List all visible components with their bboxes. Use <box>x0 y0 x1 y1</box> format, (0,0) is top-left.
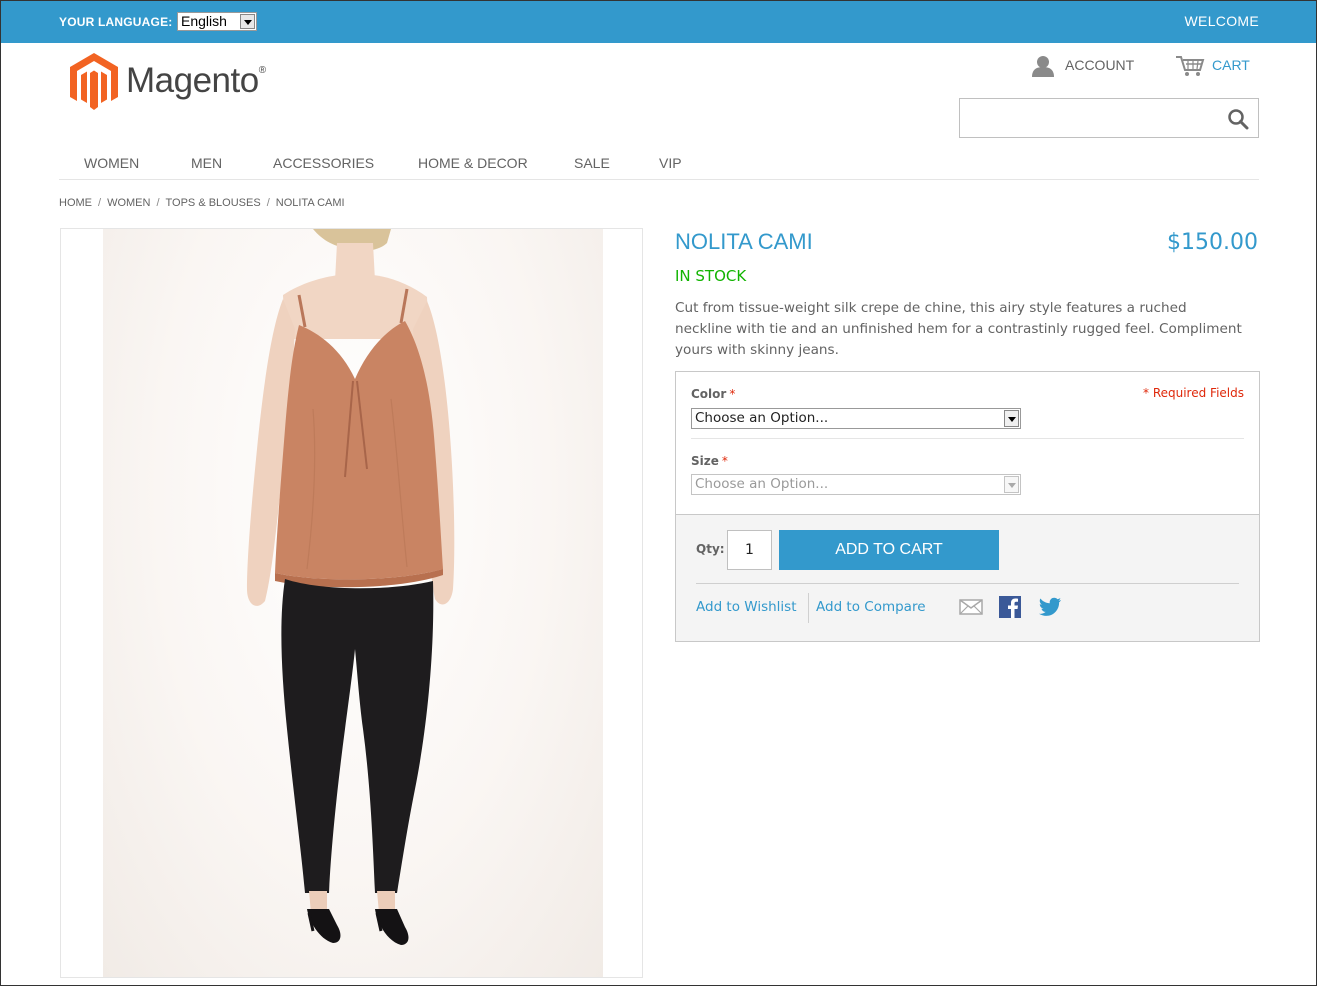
breadcrumb-separator: / <box>266 197 270 209</box>
size-select-value: Choose an Option... <box>695 476 829 492</box>
color-label: Color * <box>691 387 735 401</box>
product-photo <box>247 229 455 945</box>
welcome-message: WELCOME <box>1184 13 1259 29</box>
product-options: * Required Fields Color * Choose an Optio… <box>675 371 1260 515</box>
language-select-value: English <box>181 13 227 29</box>
required-fields-note: * Required Fields <box>1143 386 1244 400</box>
email-icon[interactable] <box>959 595 983 619</box>
color-label-text: Color <box>691 387 727 401</box>
product-title: NOLITA CAMI <box>675 229 813 254</box>
product-description: Cut from tissue-weight silk crepe de chi… <box>675 300 1242 358</box>
cart-icon <box>1176 56 1205 76</box>
breadcrumb-women[interactable]: WOMEN <box>107 197 150 209</box>
product-image[interactable] <box>60 228 643 978</box>
required-marker: * <box>721 454 728 468</box>
magento-logo-icon <box>70 53 118 110</box>
breadcrumb-separator: / <box>98 197 102 209</box>
logo-wordmark: Magento <box>126 61 259 100</box>
logo[interactable]: Magento® <box>68 53 268 111</box>
twitter-icon[interactable] <box>1038 595 1062 619</box>
logo-text: Magento® <box>126 61 266 101</box>
language-select[interactable]: English <box>177 12 257 31</box>
account-label: ACCOUNT <box>1065 57 1135 73</box>
breadcrumb-separator: / <box>156 197 160 209</box>
required-marker: * <box>729 387 736 401</box>
stock-status: IN STOCK <box>675 267 747 285</box>
breadcrumb: HOME / WOMEN / TOPS & BLOUSES / NOLITA CAMI <box>59 197 345 209</box>
search-input[interactable] <box>959 98 1259 138</box>
product-price: $150.00 <box>1167 230 1258 255</box>
color-select-value: Choose an Option... <box>695 410 829 426</box>
nav-item-vip[interactable]: VIP <box>659 155 682 171</box>
search-icon[interactable] <box>1227 108 1249 130</box>
add-to-compare-link[interactable]: Add to Compare <box>816 599 926 615</box>
main-nav: WOMEN MEN ACCESSORIES HOME & DECOR SALE … <box>59 151 1259 180</box>
nav-item-home-decor[interactable]: HOME & DECOR <box>418 155 528 171</box>
add-to-cart-divider <box>696 583 1239 584</box>
nav-item-accessories[interactable]: ACCESSORIES <box>273 155 374 171</box>
page: YOUR LANGUAGE: English WELCOME Magento® … <box>0 0 1317 986</box>
breadcrumb-tops-blouses[interactable]: TOPS & BLOUSES <box>166 197 261 209</box>
facebook-icon[interactable] <box>998 595 1022 619</box>
language-label: YOUR LANGUAGE: <box>59 15 173 29</box>
add-to-cart-box: Qty: 1 ADD TO CART Add to Wishlist Add t… <box>675 514 1260 642</box>
add-to-wishlist-link[interactable]: Add to Wishlist <box>696 599 797 615</box>
top-bar: YOUR LANGUAGE: English WELCOME <box>1 1 1316 43</box>
cart-label: CART <box>1212 57 1250 73</box>
size-select[interactable]: Choose an Option... <box>691 474 1021 495</box>
account-icon <box>1032 56 1054 77</box>
size-label: Size * <box>691 454 728 468</box>
size-label-text: Size <box>691 454 719 468</box>
chevron-down-icon[interactable] <box>1004 476 1019 493</box>
color-select[interactable]: Choose an Option... <box>691 408 1021 429</box>
breadcrumb-current: NOLITA CAMI <box>275 197 345 209</box>
qty-input[interactable]: 1 <box>727 530 772 570</box>
qty-label: Qty: <box>696 542 725 556</box>
registered-mark: ® <box>258 65 266 76</box>
nav-item-women[interactable]: WOMEN <box>84 155 139 171</box>
chevron-down-icon[interactable] <box>240 14 255 29</box>
link-separator <box>808 593 809 623</box>
nav-item-sale[interactable]: SALE <box>574 155 610 171</box>
options-divider <box>691 438 1244 439</box>
add-to-cart-button[interactable]: ADD TO CART <box>779 530 999 570</box>
chevron-down-icon[interactable] <box>1004 410 1019 427</box>
nav-item-men[interactable]: MEN <box>191 155 222 171</box>
breadcrumb-home[interactable]: HOME <box>59 197 92 209</box>
